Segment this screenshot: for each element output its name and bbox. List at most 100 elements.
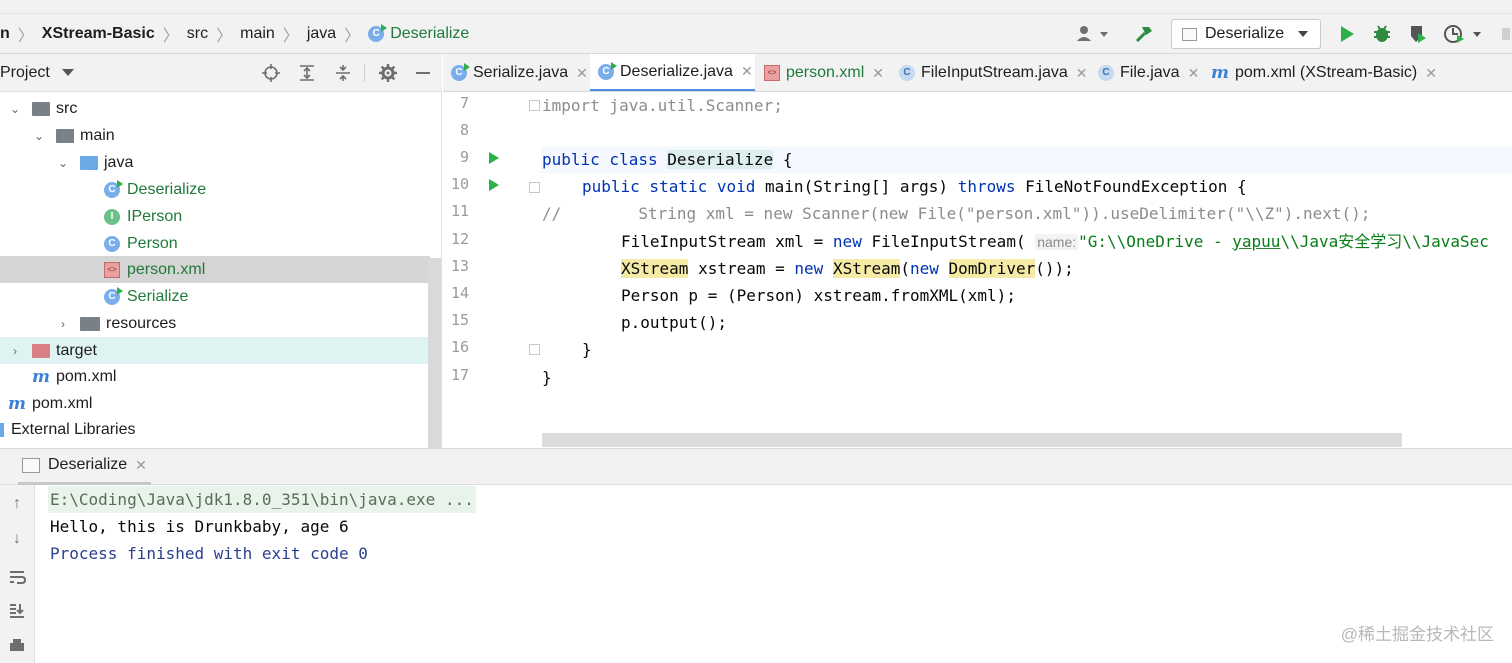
run-icon[interactable] — [1334, 14, 1360, 54]
close-icon[interactable]: ✕ — [1188, 65, 1200, 82]
arrow-up-icon[interactable]: ↑ — [7, 495, 27, 513]
tree-item-resources[interactable]: › resources — [0, 310, 430, 337]
tree-item-serialize[interactable]: C Serialize — [0, 283, 430, 310]
run-gutter-icon[interactable] — [489, 179, 499, 191]
breadcrumb-java[interactable]: java — [307, 25, 336, 43]
tab-label: Serialize.java — [473, 64, 569, 81]
tree-item-label: main — [80, 126, 115, 144]
tree-item-person-xml[interactable]: <> person.xml — [0, 256, 430, 283]
fold-icon[interactable] — [529, 100, 540, 111]
code-keyword: new — [832, 232, 872, 251]
tab-fileinputstream-java[interactable]: C FileInputStream.java ✕ — [891, 54, 1089, 91]
coverage-icon[interactable] — [1404, 14, 1432, 54]
tab-person-xml[interactable]: <> person.xml ✕ — [756, 54, 890, 91]
code-line-current: public class Deserialize { — [541, 146, 1512, 173]
runnable-class-icon: C — [451, 63, 470, 81]
code-type: DomDriver — [948, 259, 1036, 278]
tree-item-pom-xml-root[interactable]: m pom.xml — [0, 390, 430, 417]
code-text: { — [773, 150, 793, 169]
interface-icon: I — [104, 208, 120, 225]
tab-label: Deserialize.java — [620, 62, 733, 80]
run-configuration-select[interactable]: Deserialize — [1171, 19, 1321, 49]
code-text: FileNotFoundException { — [1025, 177, 1247, 196]
class-icon: C — [1098, 65, 1114, 81]
scroll-to-end-icon[interactable] — [7, 602, 27, 625]
print-icon[interactable] — [7, 637, 27, 660]
breadcrumb-project[interactable]: XStream-Basic — [42, 25, 155, 43]
breadcrumb-root[interactable]: n — [0, 25, 10, 43]
code-text: import java.util.Scanner; — [542, 96, 783, 115]
tab-pom-xml[interactable]: m pom.xml (XStream-Basic) ✕ — [1203, 54, 1443, 91]
code-type: XStream — [621, 259, 689, 278]
tree-item-java[interactable]: ⌄ java — [0, 149, 430, 176]
arrow-down-icon[interactable]: ↓ — [7, 530, 27, 548]
tab-run-deserialize[interactable]: Deserialize ✕ — [18, 449, 151, 485]
code-line: p.output(); — [621, 313, 727, 332]
tree-item-iperson[interactable]: I IPerson — [0, 203, 430, 230]
more-icon[interactable] — [1496, 14, 1512, 54]
project-panel-header: Project — [0, 54, 442, 92]
chevron-down-icon[interactable]: ⌄ — [8, 102, 22, 116]
profile-icon[interactable] — [1440, 14, 1486, 54]
tree-item-main[interactable]: ⌄ main — [0, 122, 430, 149]
expand-all-icon[interactable] — [294, 60, 320, 86]
breadcrumb-src[interactable]: src — [187, 25, 208, 43]
tree-item-label: resources — [106, 314, 177, 332]
maven-icon: m — [1211, 63, 1229, 83]
close-icon[interactable]: ✕ — [1076, 65, 1088, 82]
fold-icon[interactable] — [529, 182, 540, 193]
tab-serialize-java[interactable]: C Serialize.java ✕ — [443, 54, 589, 91]
tree-item-person[interactable]: C Person — [0, 230, 430, 257]
line-number: 13 — [450, 257, 469, 275]
tree-item-label: src — [56, 99, 78, 117]
console-command-line[interactable]: E:\Coding\Java\jdk1.8.0_351\bin\java.exe… — [48, 486, 476, 513]
close-icon[interactable]: ✕ — [872, 65, 884, 82]
chevron-down-icon[interactable]: ⌄ — [32, 129, 46, 143]
debug-icon[interactable] — [1368, 14, 1396, 54]
chevron-down-icon[interactable]: ⌄ — [56, 156, 70, 170]
project-tree: ⌄ src ⌄ main ⌄ java C Deserialize I IPer… — [0, 92, 442, 448]
locate-icon[interactable] — [258, 60, 284, 86]
line-number: 10 — [450, 175, 469, 193]
close-icon[interactable]: ✕ — [741, 63, 753, 80]
breadcrumb: n 〉 XStream-Basic 〉 src 〉 main 〉 java 〉 … — [0, 22, 469, 46]
tab-label: pom.xml (XStream-Basic) — [1235, 64, 1418, 81]
code-line: } — [542, 368, 552, 387]
soft-wrap-icon[interactable] — [7, 568, 27, 591]
account-icon[interactable] — [1072, 14, 1114, 54]
minimize-icon[interactable] — [410, 60, 436, 86]
tab-deserialize-java[interactable]: C Deserialize.java ✕ — [590, 54, 755, 91]
scrollbar[interactable] — [542, 433, 1402, 447]
tree-item-label: person.xml — [127, 260, 206, 278]
console-output[interactable]: E:\Coding\Java\jdk1.8.0_351\bin\java.exe… — [36, 485, 1512, 663]
tree-item-target[interactable]: › target — [0, 337, 441, 364]
close-icon[interactable]: ✕ — [135, 457, 147, 474]
close-icon[interactable]: ✕ — [576, 65, 588, 82]
run-panel-header: Deserialize ✕ — [0, 448, 1512, 485]
code-editor[interactable]: 7 8 9 10 11 12 13 14 15 16 17 import jav… — [443, 92, 1512, 448]
scrollbar[interactable] — [428, 258, 441, 448]
close-icon[interactable]: ✕ — [1425, 65, 1437, 82]
code-string: "G:\\OneDrive - — [1078, 232, 1233, 251]
tree-item-deserialize[interactable]: C Deserialize — [0, 176, 430, 203]
chevron-down-icon[interactable] — [61, 69, 74, 76]
breadcrumb-main[interactable]: main — [240, 25, 275, 43]
chevron-right-icon[interactable]: › — [8, 344, 22, 358]
tab-file-java[interactable]: C File.java ✕ — [1090, 54, 1202, 91]
code-text: ()); — [1035, 259, 1074, 278]
hammer-icon[interactable] — [1130, 14, 1158, 54]
tree-item-external-libraries[interactable]: External Libraries — [0, 416, 430, 443]
chevron-right-icon[interactable]: › — [56, 317, 70, 331]
tree-item-src[interactable]: ⌄ src — [0, 95, 430, 122]
excluded-folder-icon — [32, 343, 50, 358]
class-icon: C — [899, 65, 915, 81]
fold-icon[interactable] — [529, 344, 540, 355]
tree-item-pom-xml[interactable]: m pom.xml — [0, 363, 430, 390]
line-number: 9 — [459, 148, 469, 166]
gear-icon[interactable] — [375, 60, 401, 86]
breadcrumb-class[interactable]: Deserialize — [390, 25, 469, 43]
run-gutter-icon[interactable] — [489, 152, 499, 164]
collapse-all-icon[interactable] — [330, 60, 356, 86]
project-panel-title[interactable]: Project — [0, 64, 50, 82]
line-number: 15 — [450, 311, 469, 329]
